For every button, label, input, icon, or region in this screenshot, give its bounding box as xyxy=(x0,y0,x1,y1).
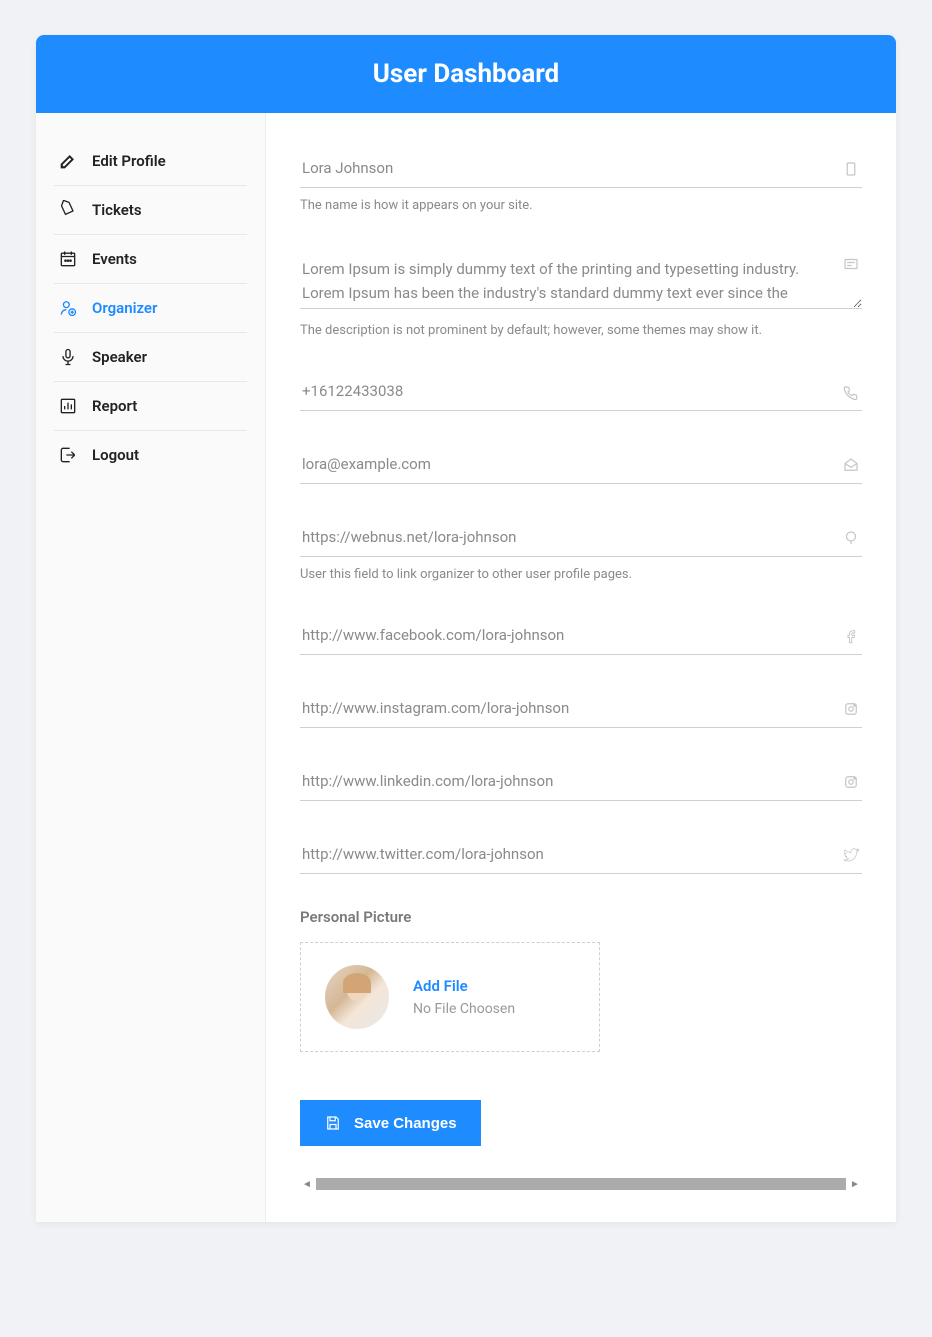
picture-label: Personal Picture xyxy=(300,908,862,926)
organizer-icon xyxy=(58,298,78,318)
name-input[interactable] xyxy=(300,149,862,188)
scroll-track[interactable] xyxy=(316,1178,846,1190)
field-linkedin xyxy=(300,762,862,801)
calendar-icon xyxy=(58,249,78,269)
sidebar-item-events[interactable]: Events xyxy=(54,235,247,284)
sidebar-item-edit-profile[interactable]: Edit Profile xyxy=(54,137,247,186)
save-icon xyxy=(324,1114,342,1132)
field-website xyxy=(300,518,862,557)
twitter-input[interactable] xyxy=(300,835,862,874)
main-content: The name is how it appears on your site.… xyxy=(266,113,896,1222)
save-button[interactable]: Save Changes xyxy=(300,1100,481,1146)
email-icon xyxy=(842,456,860,474)
description-help: The description is not prominent by defa… xyxy=(300,323,862,338)
sidebar-item-report[interactable]: Report xyxy=(54,382,247,431)
scroll-right-icon[interactable]: ► xyxy=(848,1177,862,1191)
website-input[interactable] xyxy=(300,518,862,557)
sidebar-item-logout[interactable]: Logout xyxy=(54,431,247,479)
page-title: User Dashboard xyxy=(36,59,896,89)
sidebar-item-label: Logout xyxy=(92,446,139,464)
add-file-link[interactable]: Add File xyxy=(413,977,515,995)
field-facebook xyxy=(300,616,862,655)
sidebar-item-speaker[interactable]: Speaker xyxy=(54,333,247,382)
field-twitter xyxy=(300,835,862,874)
upload-text: Add File No File Choosen xyxy=(413,977,515,1017)
field-description xyxy=(300,247,862,313)
instagram-input[interactable] xyxy=(300,689,862,728)
sidebar-item-label: Tickets xyxy=(92,201,142,219)
sidebar-item-label: Events xyxy=(92,250,137,268)
globe-icon xyxy=(842,529,860,547)
name-help: The name is how it appears on your site. xyxy=(300,198,862,213)
dashboard-card: User Dashboard Edit Profile Tickets Even… xyxy=(36,35,896,1222)
microphone-icon xyxy=(58,347,78,367)
header: User Dashboard xyxy=(36,35,896,113)
field-name xyxy=(300,149,862,188)
sidebar: Edit Profile Tickets Events Organizer Sp… xyxy=(36,113,266,1222)
sidebar-item-label: Organizer xyxy=(92,299,157,317)
sidebar-item-label: Edit Profile xyxy=(92,152,166,170)
facebook-input[interactable] xyxy=(300,616,862,655)
field-phone xyxy=(300,372,862,411)
sidebar-item-label: Report xyxy=(92,397,137,415)
body: Edit Profile Tickets Events Organizer Sp… xyxy=(36,113,896,1222)
linkedin-icon xyxy=(842,773,860,791)
facebook-icon xyxy=(842,627,860,645)
upload-box[interactable]: Add File No File Choosen xyxy=(300,942,600,1052)
email-input[interactable] xyxy=(300,445,862,484)
description-input[interactable] xyxy=(300,247,862,309)
sidebar-item-label: Speaker xyxy=(92,348,147,366)
save-button-label: Save Changes xyxy=(354,1115,457,1132)
field-email xyxy=(300,445,862,484)
ticket-icon xyxy=(58,200,78,220)
sidebar-item-tickets[interactable]: Tickets xyxy=(54,186,247,235)
picture-section: Personal Picture Add File No File Choose… xyxy=(300,908,862,1052)
instagram-icon xyxy=(842,700,860,718)
phone-icon xyxy=(842,383,860,401)
field-instagram xyxy=(300,689,862,728)
logout-icon xyxy=(58,445,78,465)
no-file-text: No File Choosen xyxy=(413,1001,515,1017)
avatar xyxy=(325,965,389,1029)
scroll-left-icon[interactable]: ◄ xyxy=(300,1177,314,1191)
twitter-icon xyxy=(842,846,860,864)
phone-input[interactable] xyxy=(300,372,862,411)
text-icon xyxy=(842,255,860,273)
website-help: User this field to link organizer to oth… xyxy=(300,567,862,582)
horizontal-scrollbar[interactable]: ◄ ► xyxy=(300,1176,862,1192)
report-icon xyxy=(58,396,78,416)
id-card-icon xyxy=(842,160,860,178)
linkedin-input[interactable] xyxy=(300,762,862,801)
sidebar-item-organizer[interactable]: Organizer xyxy=(54,284,247,333)
edit-icon xyxy=(58,151,78,171)
